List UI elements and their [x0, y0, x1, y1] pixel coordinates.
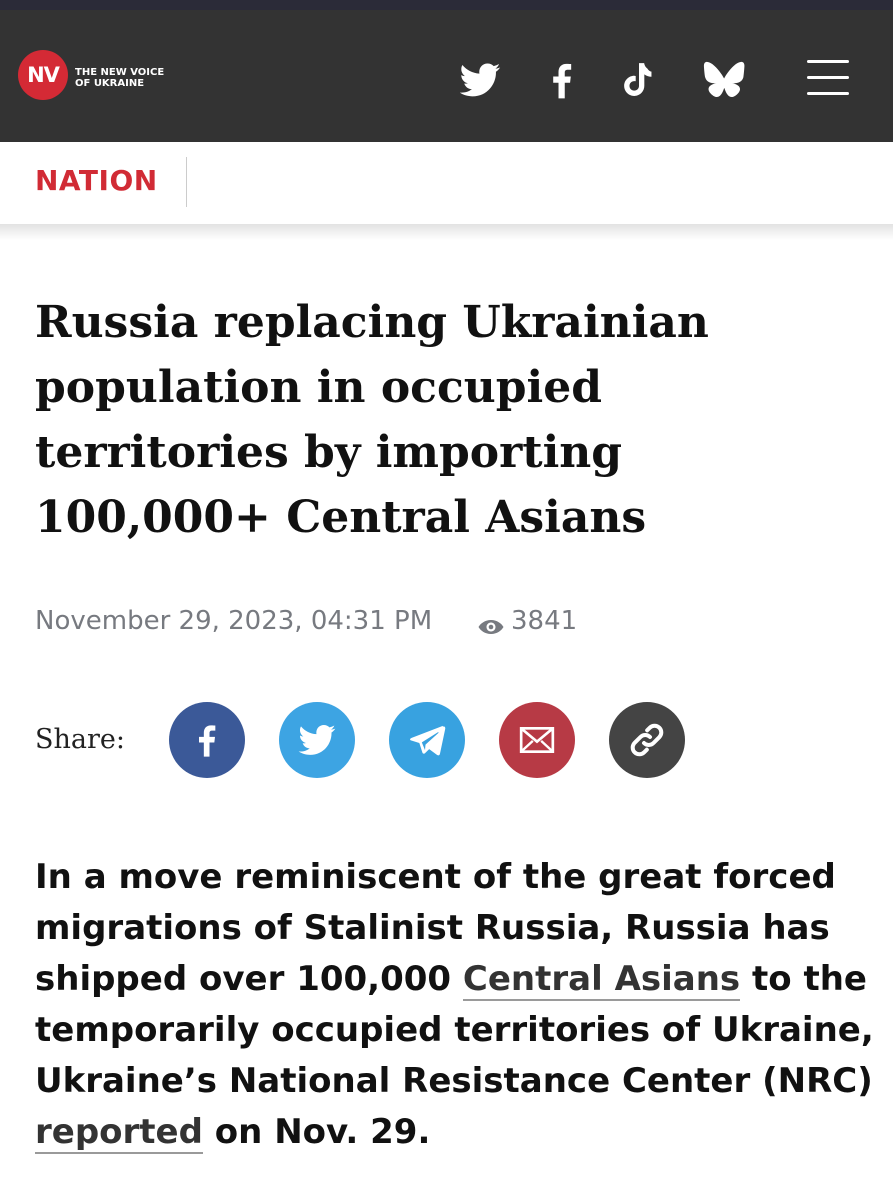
link-icon: [630, 723, 664, 757]
twitter-icon[interactable]: [458, 58, 502, 102]
tiktok-icon[interactable]: [617, 58, 661, 102]
telegram-icon: [410, 725, 446, 756]
menu-bar-3: [807, 92, 849, 95]
reported-link[interactable]: reported: [35, 1112, 203, 1154]
article-lead: In a move reminiscent of the great force…: [35, 852, 875, 1158]
section-shadow: [0, 224, 893, 240]
share-link-button[interactable]: [609, 702, 685, 778]
menu-bar-1: [807, 60, 849, 63]
logo-mark: NV: [27, 63, 60, 87]
section-divider: [186, 157, 187, 207]
eye-icon: [478, 620, 504, 634]
share-twitter-button[interactable]: [279, 702, 355, 778]
email-icon: [519, 727, 555, 753]
logo-line-1: THE NEW VOICE: [75, 67, 165, 78]
facebook-icon[interactable]: [540, 58, 584, 102]
article-date: November 29, 2023, 04:31 PM: [35, 606, 433, 636]
section-label[interactable]: NATION: [35, 163, 158, 199]
share-facebook-button[interactable]: [169, 702, 245, 778]
logo-wordmark[interactable]: THE NEW VOICE OF UKRAINE: [75, 67, 164, 89]
view-count: 3841: [511, 606, 578, 636]
share-email-button[interactable]: [499, 702, 575, 778]
central-asians-link[interactable]: Central Asians: [462, 959, 741, 1001]
article-title: Russia replacing Ukrainian population in…: [35, 297, 709, 543]
facebook-icon: [199, 725, 216, 757]
menu-bar-2: [807, 76, 849, 79]
lead-text-3: on Nov. 29.: [202, 1112, 431, 1152]
top-strip: [0, 0, 893, 10]
twitter-icon: [298, 725, 336, 755]
logo-line-2: OF UKRAINE: [75, 78, 145, 89]
nv-logo[interactable]: NV: [18, 50, 68, 100]
menu-icon[interactable]: [807, 60, 849, 96]
share-telegram-button[interactable]: [389, 702, 465, 778]
bluesky-icon[interactable]: [703, 58, 747, 102]
share-label: Share:: [35, 724, 125, 755]
